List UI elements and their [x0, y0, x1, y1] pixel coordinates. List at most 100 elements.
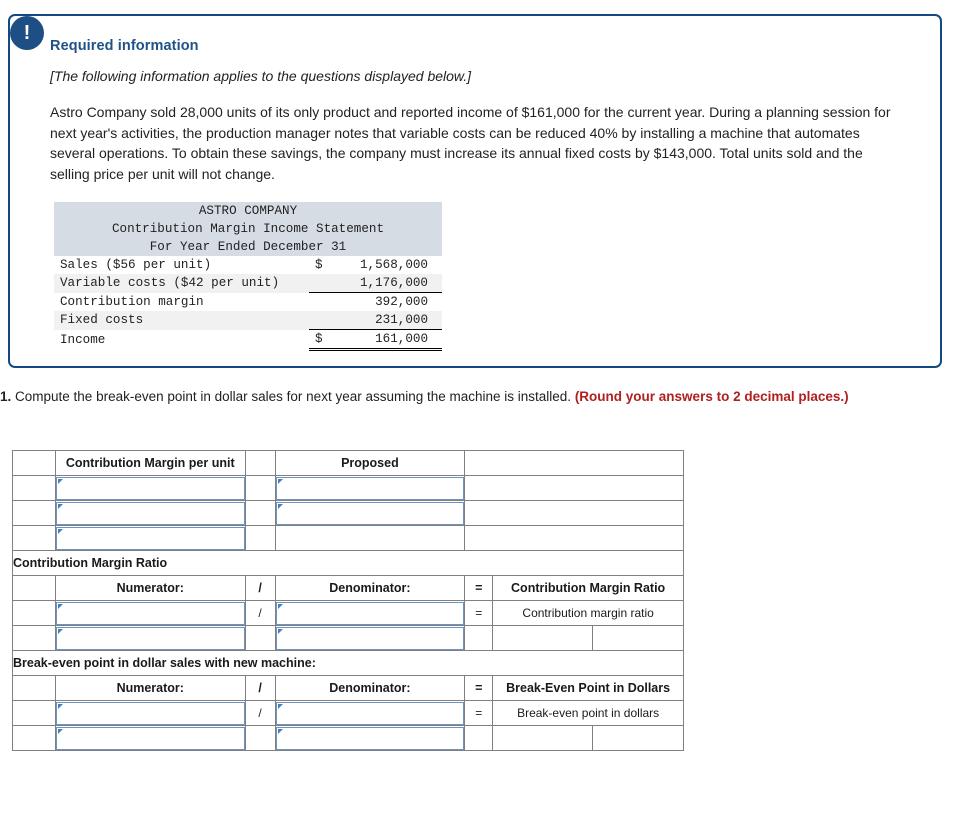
statement-row-label: Sales ($56 per unit) — [54, 256, 309, 274]
header-denominator-cmr: Denominator: — [274, 575, 466, 601]
input-cm-unit-1-cell[interactable] — [54, 475, 246, 501]
callout-note: [The following information applies to th… — [50, 68, 472, 84]
row-label-cell — [12, 525, 56, 551]
statement-row-amount: 392,000 — [309, 292, 442, 311]
grid-row-section3-title: Break-even point in dollar sales with ne… — [12, 650, 684, 676]
statement-period: For Year Ended December 31 — [54, 238, 442, 256]
spacer-cell — [12, 575, 56, 601]
input-cmr-denominator-2-cell[interactable] — [274, 625, 466, 651]
header-result-bep: Break-Even Point in Dollars — [492, 675, 684, 701]
label-contribution-margin-ratio: Contribution margin ratio — [492, 600, 684, 626]
input-cmr-numerator[interactable] — [55, 601, 245, 625]
input-cmr-numerator-2[interactable] — [55, 626, 245, 650]
answer-grid-wrapper: Contribution Margin per unit Proposed Co… — [12, 450, 684, 751]
trailing-cell — [464, 500, 684, 526]
statement-row-variable-costs: Variable costs ($42 per unit) 1,176,000 — [54, 274, 442, 293]
total-proposed-cell[interactable] — [274, 525, 466, 551]
input-bep-denominator-2[interactable] — [275, 726, 465, 750]
input-bep-numerator-2[interactable] — [55, 726, 245, 750]
answer-grid: Contribution Margin per unit Proposed Co… — [12, 450, 684, 751]
input-bep-denominator[interactable] — [275, 701, 465, 725]
header-contribution-margin-ratio-section: Contribution Margin Ratio — [12, 550, 684, 576]
equals-symbol-bep: = — [464, 700, 494, 726]
grid-row-cm-3 — [12, 525, 684, 551]
spacer-cell — [244, 725, 276, 751]
answer-cmr-value[interactable] — [492, 625, 594, 651]
statement-header-company: ASTRO COMPANY — [54, 202, 442, 220]
row-label-cell — [12, 700, 56, 726]
row-label-cell — [12, 600, 56, 626]
question-prompt: 1. Compute the break-even point in dolla… — [0, 387, 950, 407]
input-cmr-numerator-cell[interactable] — [54, 600, 246, 626]
statement-header-period: For Year Ended December 31 — [54, 238, 442, 256]
statement-row-sales: Sales ($56 per unit) $1,568,000 — [54, 256, 442, 274]
grid-row-cm-1 — [12, 475, 684, 501]
grid-row-section3-header: Numerator: / Denominator: = Break-Even P… — [12, 675, 684, 701]
input-cm-unit-3[interactable] — [55, 526, 245, 550]
header-numerator-bep: Numerator: — [54, 675, 246, 701]
rounding-instruction: (Round your answers to 2 decimal places.… — [574, 389, 849, 404]
page-root: ! Required information [The following in… — [0, 0, 964, 816]
grid-row-bep-inputs: / = Break-even point in dollars — [12, 700, 684, 726]
input-bep-numerator-2-cell[interactable] — [54, 725, 246, 751]
spacer-cell — [244, 625, 276, 651]
input-bep-denominator-2-cell[interactable] — [274, 725, 466, 751]
spacer-cell — [464, 725, 494, 751]
answer-bep-value[interactable] — [492, 725, 594, 751]
header-divider-cmr: / — [244, 575, 276, 601]
divider-symbol-cmr: / — [244, 600, 276, 626]
input-proposed-1[interactable] — [275, 476, 465, 500]
input-cm-unit-2-cell[interactable] — [54, 500, 246, 526]
trailing-cell — [464, 525, 684, 551]
spacer-cell — [12, 675, 56, 701]
grid-row-cmr-inputs: / = Contribution margin ratio — [12, 600, 684, 626]
input-proposed-1-cell[interactable] — [274, 475, 466, 501]
statement-row-amount: $161,000 — [309, 329, 442, 351]
equals-symbol-cmr: = — [464, 600, 494, 626]
grid-row-bep-answer — [12, 725, 684, 751]
question-text: Compute the break-even point in dollar s… — [11, 389, 575, 404]
input-cmr-denominator[interactable] — [275, 601, 465, 625]
spacer-cell — [244, 500, 276, 526]
input-cmr-denominator-2[interactable] — [275, 626, 465, 650]
contribution-margin-income-statement: ASTRO COMPANY Contribution Margin Income… — [54, 202, 442, 351]
input-cmr-denominator-cell[interactable] — [274, 600, 466, 626]
input-cm-unit-3-cell[interactable] — [54, 525, 246, 551]
exclamation-icon: ! — [10, 16, 44, 50]
amount-value: 231,000 — [375, 313, 428, 327]
spacer-cell — [464, 625, 494, 651]
spacer-cell — [244, 475, 276, 501]
header-divider-bep: / — [244, 675, 276, 701]
input-bep-numerator[interactable] — [55, 701, 245, 725]
input-bep-denominator-cell[interactable] — [274, 700, 466, 726]
label-break-even-point-in-dollars: Break-even point in dollars — [492, 700, 684, 726]
input-cmr-numerator-2-cell[interactable] — [54, 625, 246, 651]
answer-bep-unit[interactable] — [592, 725, 684, 751]
divider-symbol-bep: / — [244, 700, 276, 726]
currency-symbol: $ — [315, 332, 323, 346]
row-label-cell — [12, 475, 56, 501]
grid-row-cmr-answer — [12, 625, 684, 651]
callout-title: Required information — [50, 38, 199, 54]
statement-row-label: Variable costs ($42 per unit) — [54, 274, 309, 293]
input-cm-unit-2[interactable] — [55, 501, 245, 525]
input-proposed-2-cell[interactable] — [274, 500, 466, 526]
spacer-cell — [464, 450, 684, 476]
input-cm-unit-1[interactable] — [55, 476, 245, 500]
answer-cmr-unit[interactable] — [592, 625, 684, 651]
header-equals-bep: = — [464, 675, 494, 701]
statement-row-amount: 1,176,000 — [309, 274, 442, 293]
statement-row-fixed-costs: Fixed costs 231,000 — [54, 311, 442, 330]
grid-row-section1-header: Contribution Margin per unit Proposed — [12, 450, 684, 476]
header-denominator-bep: Denominator: — [274, 675, 466, 701]
statement-row-label: Income — [54, 329, 309, 350]
row-label-cell — [12, 500, 56, 526]
input-bep-numerator-cell[interactable] — [54, 700, 246, 726]
statement-row-amount: $1,568,000 — [309, 256, 442, 274]
input-proposed-2[interactable] — [275, 501, 465, 525]
spacer-cell — [12, 450, 56, 476]
statement-row-label: Fixed costs — [54, 311, 309, 330]
statement-row-label: Contribution margin — [54, 292, 309, 311]
amount-value: 1,568,000 — [359, 258, 428, 272]
row-label-cell — [12, 625, 56, 651]
